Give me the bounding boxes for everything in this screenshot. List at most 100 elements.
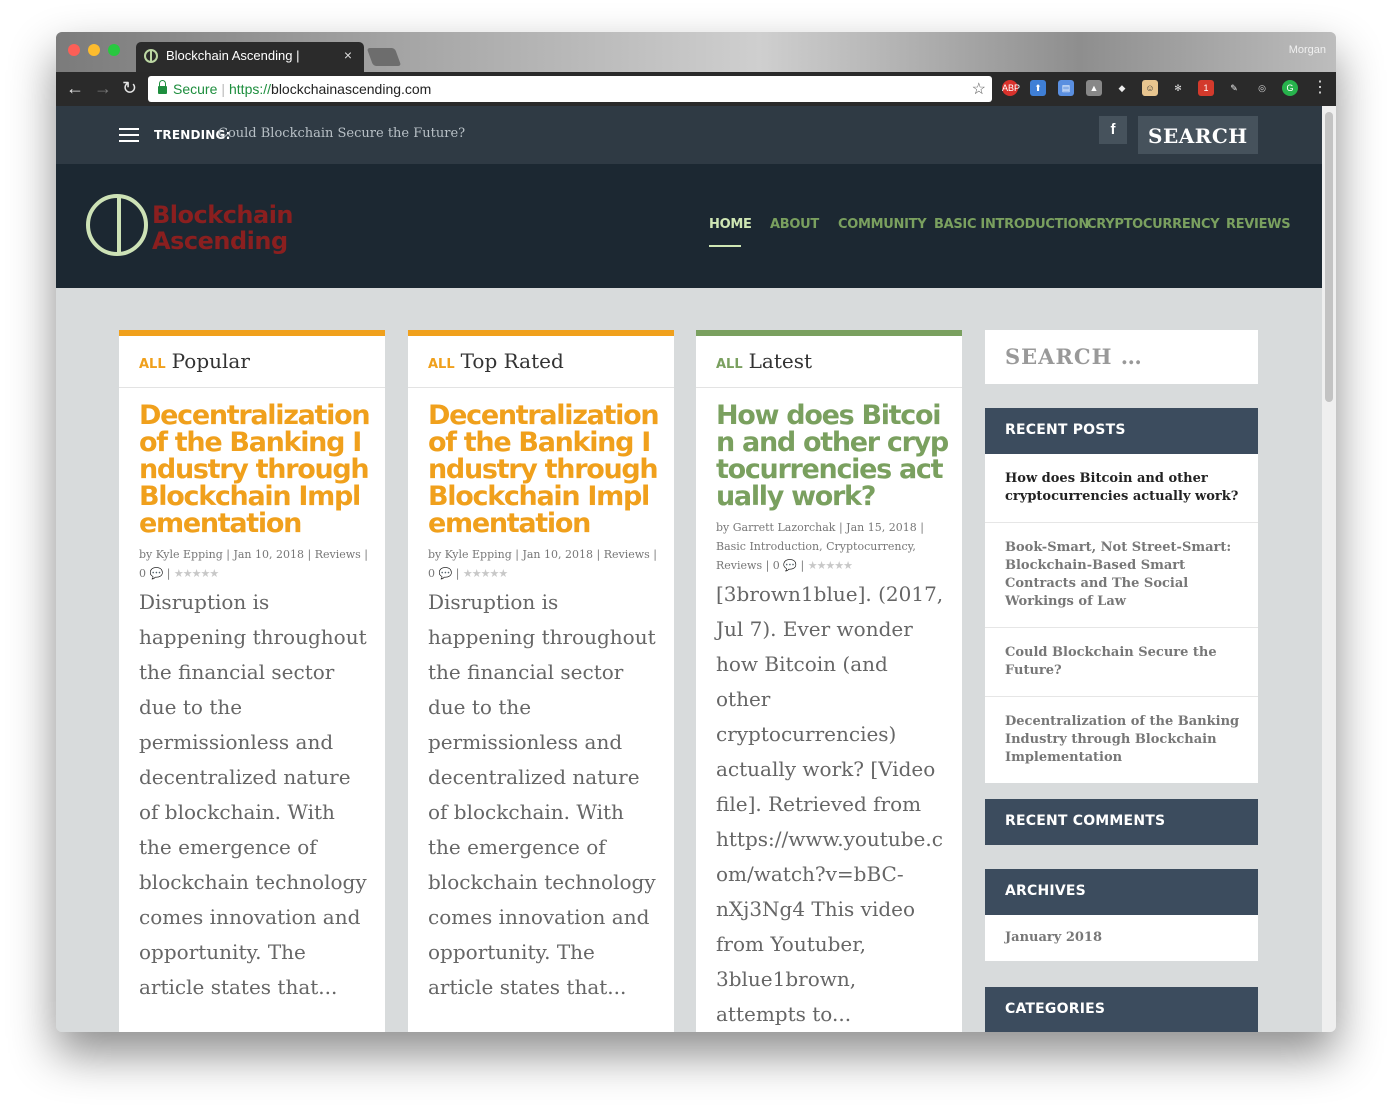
post-excerpt: Disruption is happening throughout the f… bbox=[139, 590, 367, 999]
post-meta-line: by Kyle Epping | Jan 10, 2018 | Reviews … bbox=[428, 548, 657, 561]
browser-window: Blockchain Ascending | × Morgan ← → ↻ Se… bbox=[56, 32, 1336, 1032]
docs-extension-icon[interactable]: ▤ bbox=[1058, 80, 1074, 96]
bookmark-star-icon[interactable]: ☆ bbox=[972, 79, 986, 99]
comments-count[interactable]: 0 💬 | bbox=[428, 567, 459, 580]
top-rated-column: ALL Top Rated Decentralization of the Ban… bbox=[408, 330, 674, 1032]
post-meta-line: by Kyle Epping | Jan 10, 2018 | Reviews … bbox=[139, 548, 368, 561]
react-extension-icon[interactable]: ✻ bbox=[1170, 80, 1186, 96]
recent-post-link[interactable]: Book-Smart, Not Street-Smart: Blockchain… bbox=[985, 523, 1258, 628]
widget-title: RECENT COMMENTS bbox=[985, 799, 1258, 845]
archive-link[interactable]: January 2018 bbox=[985, 915, 1258, 961]
all-link[interactable]: ALL bbox=[139, 357, 166, 372]
trending-bar: TRENDING: Could Blockchain Secure the Fu… bbox=[56, 106, 1322, 164]
tab-title: Blockchain Ascending | bbox=[166, 48, 300, 63]
post-title[interactable]: Decentralization of the Banking Industry… bbox=[428, 402, 660, 537]
nav-basic-introduction[interactable]: BASIC INTRODUCTION bbox=[934, 217, 1089, 232]
post-excerpt: Disruption is happening throughout the f… bbox=[428, 590, 656, 999]
rating-stars-icon: ★★★★★ bbox=[807, 559, 853, 572]
browser-menu-icon[interactable]: ⋮ bbox=[1312, 79, 1328, 97]
facebook-icon[interactable]: f bbox=[1099, 116, 1127, 144]
close-tab-icon[interactable]: × bbox=[344, 47, 352, 63]
minimize-window-button[interactable] bbox=[88, 44, 100, 56]
calendar-extension-icon[interactable]: 1 bbox=[1198, 80, 1214, 96]
browser-toolbar: ← → ↻ Secure | https://blockchainascending… bbox=[56, 72, 1336, 106]
column-header: ALL Top Rated bbox=[408, 336, 674, 388]
top-search-input[interactable]: SEARCH bbox=[1138, 116, 1258, 154]
url-scheme: https:// bbox=[229, 81, 272, 97]
recent-comments-widget: RECENT COMMENTS bbox=[985, 799, 1258, 845]
shield-extension-icon[interactable]: ◆ bbox=[1114, 80, 1130, 96]
column-title: Latest bbox=[748, 349, 813, 373]
logo-line-1: Blockchain bbox=[152, 201, 294, 229]
nav-reviews[interactable]: REVIEWS bbox=[1226, 217, 1291, 232]
all-link[interactable]: ALL bbox=[428, 357, 455, 372]
page-scrollbar[interactable] bbox=[1322, 106, 1336, 1032]
widget-title: RECENT POSTS bbox=[985, 408, 1258, 454]
logo-line-2: Ascending bbox=[152, 227, 288, 255]
reload-icon[interactable]: ↻ bbox=[122, 79, 137, 97]
popular-column: ALL Popular Decentralization of the Banki… bbox=[119, 330, 385, 1032]
latest-column: ALL Latest How does Bitcoin and other cry… bbox=[696, 330, 962, 1032]
post-meta-line: by Garrett Lazorchak | Jan 15, 2018 | Ba… bbox=[716, 521, 924, 553]
post-title[interactable]: Decentralization of the Banking Industry… bbox=[139, 402, 371, 537]
nav-cryptocurrency[interactable]: CRYPTOCURRENCY bbox=[1087, 217, 1220, 232]
rating-stars-icon: ★★★★★ bbox=[173, 567, 219, 580]
hamburger-menu-icon[interactable] bbox=[119, 128, 139, 142]
all-link[interactable]: ALL bbox=[716, 357, 743, 372]
secure-label: Secure bbox=[173, 81, 218, 97]
profile-name[interactable]: Morgan bbox=[1289, 44, 1326, 56]
column-header: ALL Latest bbox=[696, 336, 962, 388]
back-arrow-icon[interactable]: ← bbox=[66, 79, 84, 97]
column-title: Popular bbox=[171, 349, 250, 373]
forward-arrow-icon[interactable]: → bbox=[94, 79, 112, 97]
browser-titlebar: Blockchain Ascending | × Morgan bbox=[56, 32, 1336, 72]
nav-community[interactable]: COMMUNITY bbox=[838, 217, 927, 232]
face-extension-icon[interactable]: ☺ bbox=[1142, 80, 1158, 96]
archives-widget: ARCHIVES January 2018 bbox=[985, 869, 1258, 961]
post-meta-line: Reviews | 0 💬 | ★★★★★ bbox=[716, 556, 948, 575]
categories-widget: CATEGORIES bbox=[985, 987, 1258, 1032]
active-nav-underline bbox=[709, 245, 741, 247]
logo-icon[interactable] bbox=[86, 194, 148, 256]
scrollbar-thumb[interactable] bbox=[1325, 112, 1333, 402]
address-separator: | bbox=[221, 81, 225, 97]
lock-icon bbox=[158, 80, 167, 94]
drive-extension-icon[interactable]: ▲ bbox=[1086, 80, 1102, 96]
extension-upload-icon[interactable]: ⬆ bbox=[1030, 80, 1046, 96]
recent-post-link[interactable]: How does Bitcoin and other cryptocurrenc… bbox=[985, 454, 1258, 523]
widget-title: ARCHIVES bbox=[985, 869, 1258, 915]
nav-about[interactable]: ABOUT bbox=[770, 217, 819, 232]
nav-home[interactable]: HOME bbox=[709, 217, 752, 232]
post-meta: by Kyle Epping | Jan 10, 2018 | Reviews … bbox=[139, 545, 371, 583]
widget-title: CATEGORIES bbox=[985, 987, 1258, 1032]
post-meta-line: 0 💬 | ★★★★★ bbox=[139, 564, 371, 583]
site-logo-text[interactable]: Blockchain Ascending bbox=[152, 201, 294, 255]
eyedropper-extension-icon[interactable]: ✎ bbox=[1226, 80, 1242, 96]
site-header: Blockchain Ascending HOME ABOUT COMMUNIT… bbox=[56, 164, 1322, 288]
column-title: Top Rated bbox=[460, 349, 564, 373]
recent-post-link[interactable]: Decentralization of the Banking Industry… bbox=[985, 697, 1258, 783]
close-window-button[interactable] bbox=[68, 44, 80, 56]
post-meta: by Kyle Epping | Jan 10, 2018 | Reviews … bbox=[428, 545, 660, 583]
address-bar[interactable]: Secure | https://blockchainascending.com ☆ bbox=[148, 76, 992, 102]
post-excerpt: [3brown1blue]. (2017, Jul 7). Ever wonde… bbox=[716, 582, 944, 1026]
rating-stars-icon: ★★★★★ bbox=[462, 567, 508, 580]
web-page: TRENDING: Could Blockchain Secure the Fu… bbox=[56, 106, 1322, 1032]
grammarly-extension-icon[interactable]: G bbox=[1282, 80, 1298, 96]
adblock-extension-icon[interactable]: ABP bbox=[1002, 80, 1020, 96]
comments-count[interactable]: Reviews | 0 💬 | bbox=[716, 559, 804, 572]
post-meta-line: 0 💬 | ★★★★★ bbox=[428, 564, 660, 583]
trending-link[interactable]: Could Blockchain Secure the Future? bbox=[218, 126, 465, 141]
target-extension-icon[interactable]: ◎ bbox=[1254, 80, 1270, 96]
browser-tab[interactable]: Blockchain Ascending | × bbox=[136, 42, 364, 72]
post-meta: by Garrett Lazorchak | Jan 15, 2018 | Ba… bbox=[716, 518, 948, 575]
url-host: blockchainascending.com bbox=[271, 81, 432, 97]
sidebar-search-input[interactable]: SEARCH … bbox=[985, 330, 1258, 384]
comments-count[interactable]: 0 💬 | bbox=[139, 567, 170, 580]
post-title[interactable]: How does Bitcoin and other cryptocurrenc… bbox=[716, 402, 949, 510]
site-favicon-icon bbox=[144, 49, 158, 63]
recent-posts-widget: RECENT POSTS How does Bitcoin and other … bbox=[985, 408, 1258, 783]
zoom-window-button[interactable] bbox=[108, 44, 120, 56]
recent-post-link[interactable]: Could Blockchain Secure the Future? bbox=[985, 628, 1258, 697]
new-tab-button[interactable] bbox=[366, 48, 402, 66]
